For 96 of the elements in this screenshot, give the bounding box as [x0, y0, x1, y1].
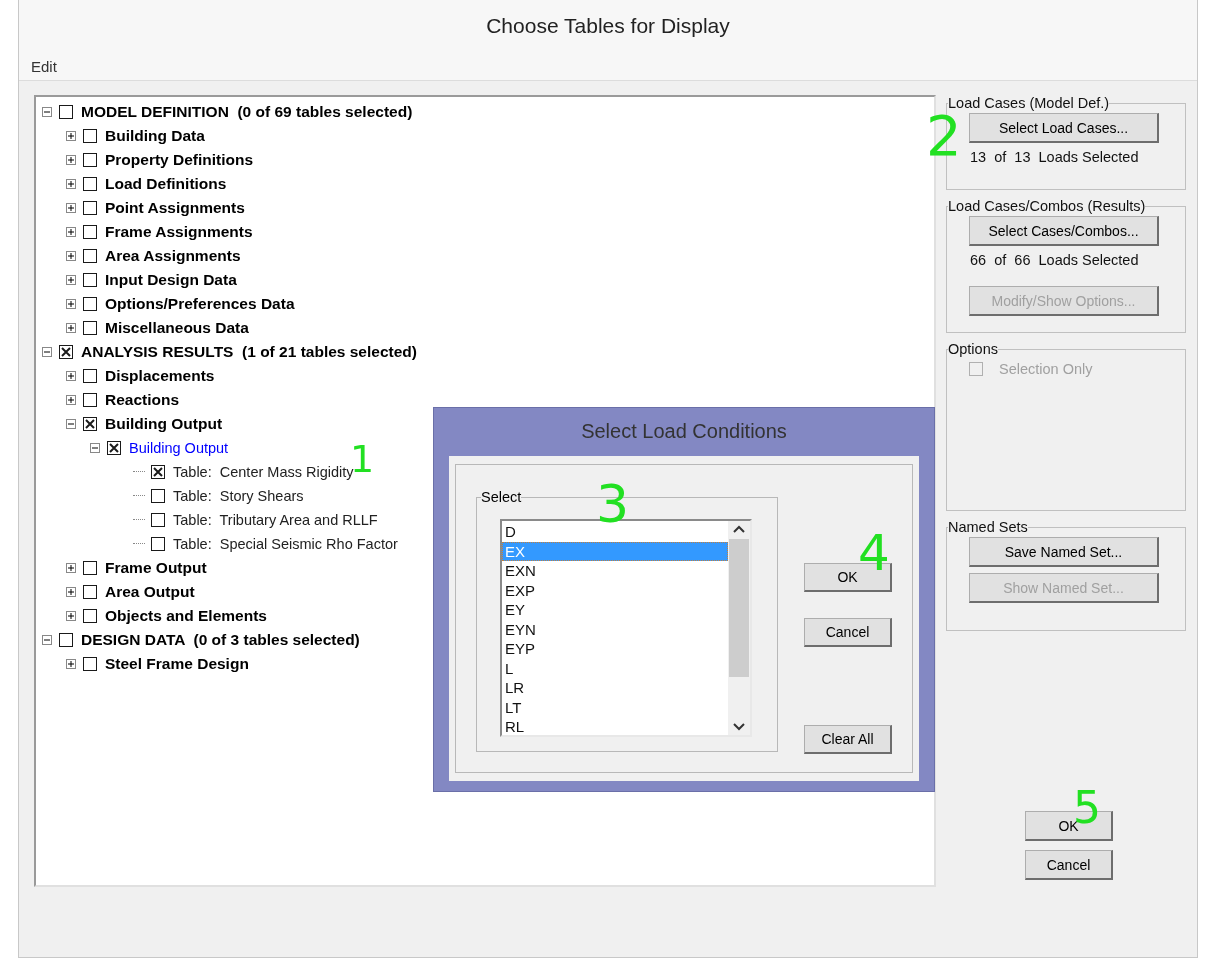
- tree-item-label[interactable]: Load Definitions: [105, 175, 227, 193]
- list-item[interactable]: RL: [502, 717, 728, 737]
- checkbox[interactable]: [83, 657, 97, 671]
- handwritten-number: 2: [926, 108, 962, 164]
- checkbox[interactable]: [83, 153, 97, 167]
- tree-item-label[interactable]: Frame Assignments: [105, 223, 253, 241]
- tree-item-label[interactable]: Point Assignments: [105, 199, 245, 217]
- panel-button[interactable]: Save Named Set...: [969, 537, 1159, 567]
- expand-icon[interactable]: [66, 251, 76, 261]
- scrollbar[interactable]: [728, 521, 750, 735]
- tree-item-label[interactable]: Building Data: [105, 127, 205, 145]
- selection-count: 13 of 13 Loads Selected: [969, 149, 1140, 165]
- collapse-icon[interactable]: [66, 419, 76, 429]
- tree-item-label[interactable]: Table: Story Shears: [173, 488, 304, 504]
- checkbox[interactable]: [151, 465, 165, 479]
- checkbox[interactable]: [83, 129, 97, 143]
- checkbox[interactable]: [151, 513, 165, 527]
- checkbox[interactable]: [59, 345, 73, 359]
- collapse-icon[interactable]: [42, 347, 52, 357]
- tree-item-label[interactable]: MODEL DEFINITION (0 of 69 tables selected): [81, 103, 413, 121]
- checkbox[interactable]: [83, 369, 97, 383]
- tree-item-label[interactable]: Building Output: [129, 440, 229, 456]
- tree-item-label[interactable]: Displacements: [105, 367, 215, 385]
- list-item[interactable]: EYN: [502, 619, 728, 639]
- checkbox[interactable]: [83, 417, 97, 431]
- tree-item-label[interactable]: Property Definitions: [105, 151, 254, 169]
- expand-icon[interactable]: [66, 275, 76, 285]
- group-title: Select: [481, 489, 522, 505]
- collapse-icon[interactable]: [90, 443, 100, 453]
- tree-item-label[interactable]: Building Output: [105, 415, 223, 433]
- checkbox[interactable]: [83, 321, 97, 335]
- checkbox[interactable]: [107, 441, 121, 455]
- expand-icon[interactable]: [66, 371, 76, 381]
- list-item[interactable]: EXN: [502, 561, 728, 581]
- checkbox[interactable]: [83, 201, 97, 215]
- expand-icon[interactable]: [66, 179, 76, 189]
- expand-icon[interactable]: [66, 323, 76, 333]
- expand-icon[interactable]: [66, 155, 76, 165]
- tree-item-label[interactable]: Options/Preferences Data: [105, 295, 295, 313]
- tree-item-label[interactable]: Objects and Elements: [105, 607, 267, 625]
- checkbox[interactable]: [83, 297, 97, 311]
- expand-icon[interactable]: [66, 299, 76, 309]
- clear-all-button[interactable]: Clear All: [804, 725, 892, 754]
- expand-icon[interactable]: [66, 659, 76, 669]
- checkbox[interactable]: [83, 273, 97, 287]
- panel-button[interactable]: Select Load Cases...: [969, 113, 1159, 143]
- tree-item-label[interactable]: DESIGN DATA (0 of 3 tables selected): [81, 631, 360, 649]
- tree-item-label[interactable]: ANALYSIS RESULTS (1 of 21 tables selected): [81, 343, 417, 361]
- checkbox[interactable]: [151, 537, 165, 551]
- group-title: Load Cases/Combos (Results): [948, 198, 1146, 214]
- tree-item-label[interactable]: Miscellaneous Data: [105, 319, 249, 337]
- group-title: Named Sets: [948, 519, 1028, 535]
- tree-item-label[interactable]: Reactions: [105, 391, 180, 409]
- tree-item-label[interactable]: Table: Special Seismic Rho Factor: [173, 536, 398, 552]
- tree-item-label[interactable]: Frame Output: [105, 559, 207, 577]
- tree-item-label[interactable]: Steel Frame Design: [105, 655, 249, 673]
- expand-icon[interactable]: [66, 227, 76, 237]
- checkbox[interactable]: [59, 633, 73, 647]
- expand-icon[interactable]: [66, 611, 76, 621]
- tree-item-label[interactable]: Input Design Data: [105, 271, 237, 289]
- cancel-button[interactable]: Cancel: [804, 618, 892, 647]
- checkbox[interactable]: [83, 393, 97, 407]
- list-item[interactable]: EYP: [502, 639, 728, 659]
- checkbox[interactable]: [83, 609, 97, 623]
- expand-icon[interactable]: [66, 563, 76, 573]
- checkbox[interactable]: [83, 177, 97, 191]
- group-title: Load Cases (Model Def.): [948, 95, 1110, 111]
- scroll-thumb[interactable]: [729, 539, 749, 677]
- tree-item-label[interactable]: Area Assignments: [105, 247, 241, 265]
- checkbox[interactable]: [59, 105, 73, 119]
- checkbox[interactable]: [83, 585, 97, 599]
- menu-item[interactable]: Edit: [29, 57, 59, 75]
- tree-item-label[interactable]: Table: Center Mass Rigidity: [173, 464, 354, 480]
- list-item[interactable]: EY: [502, 600, 728, 620]
- window-title: Choose Tables for Display: [486, 14, 730, 38]
- dialog-title: Select Load Conditions: [581, 420, 787, 443]
- list-item[interactable]: LR: [502, 678, 728, 698]
- checkbox[interactable]: [83, 225, 97, 239]
- collapse-icon[interactable]: [42, 635, 52, 645]
- selection-count: 66 of 66 Loads Selected: [969, 252, 1140, 268]
- collapse-icon[interactable]: [42, 107, 52, 117]
- checkbox[interactable]: [151, 489, 165, 503]
- list-item[interactable]: EXP: [502, 580, 728, 600]
- expand-icon[interactable]: [66, 203, 76, 213]
- checkbox[interactable]: [83, 249, 97, 263]
- cancel-button[interactable]: Cancel: [1025, 850, 1113, 880]
- group-title: Options: [948, 341, 998, 357]
- list-item[interactable]: LT: [502, 697, 728, 717]
- tree-item-label[interactable]: Table: Tributary Area and RLLF: [173, 512, 378, 528]
- checkbox[interactable]: [83, 561, 97, 575]
- expand-icon[interactable]: [66, 131, 76, 141]
- tree-item-label[interactable]: Area Output: [105, 583, 195, 601]
- panel-button[interactable]: Select Cases/Combos...: [969, 216, 1159, 246]
- expand-icon[interactable]: [66, 587, 76, 597]
- expand-icon[interactable]: [66, 395, 76, 405]
- list-item[interactable]: L: [502, 658, 728, 678]
